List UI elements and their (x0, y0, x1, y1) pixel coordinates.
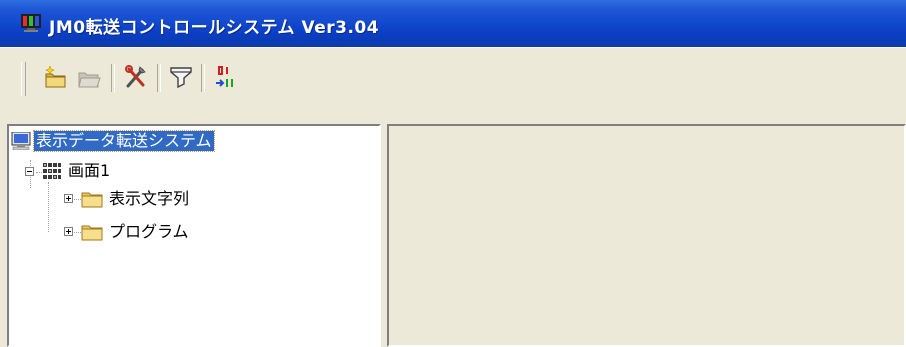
new-folder-sparkle-icon (45, 65, 66, 88)
toolbar (0, 47, 906, 111)
new-button[interactable] (41, 62, 71, 92)
tree-node-display-strings[interactable]: 表示文字列 (81, 188, 191, 210)
toolbar-separator (111, 64, 115, 92)
toolbar-separator (157, 64, 161, 92)
folder-open-icon (78, 72, 101, 88)
settings-button[interactable] (121, 62, 151, 92)
tree-connector (72, 199, 81, 201)
toolbar-grip[interactable] (21, 62, 26, 96)
tree-view[interactable]: 表示データ転送システム 画面1 表示文字列 プログラム (7, 124, 381, 347)
tools-icon (125, 65, 146, 88)
tree-node-label: 画面1 (68, 161, 111, 180)
monitor-app-icon (21, 14, 41, 32)
expand-toggle[interactable] (64, 194, 73, 203)
tree-node-screen[interactable]: 画面1 (42, 160, 112, 182)
tree-node-label: 表示データ転送システム (33, 130, 215, 152)
open-button[interactable] (74, 62, 104, 92)
expand-toggle[interactable] (64, 227, 73, 236)
folder-icon (81, 225, 103, 241)
filter-funnel-icon (170, 67, 192, 89)
tree-node-program[interactable]: プログラム (81, 221, 191, 243)
window-title: JM0転送コントロールシステム Ver3.04 (49, 18, 380, 38)
grid-icon (43, 163, 61, 179)
folder-icon (81, 192, 103, 208)
toolbar-separator (201, 64, 205, 92)
tree-connector (48, 182, 50, 232)
filter-button[interactable] (166, 62, 196, 92)
collapse-toggle[interactable] (25, 167, 34, 176)
content-pane (387, 124, 906, 347)
tree-node-label: 表示文字列 (109, 189, 190, 208)
binary-transfer-icon (216, 66, 233, 87)
tree-connector (72, 232, 81, 234)
tree-node-label: プログラム (109, 222, 189, 241)
transfer-button[interactable] (210, 62, 240, 92)
title-bar[interactable]: JM0転送コントロールシステム Ver3.04 (0, 0, 906, 47)
tree-node-root[interactable]: 表示データ転送システム (11, 130, 215, 152)
app-window: JM0転送コントロールシステム Ver3.04 表示データ転送システム 画面1 … (0, 0, 906, 347)
computer-icon (11, 132, 31, 150)
